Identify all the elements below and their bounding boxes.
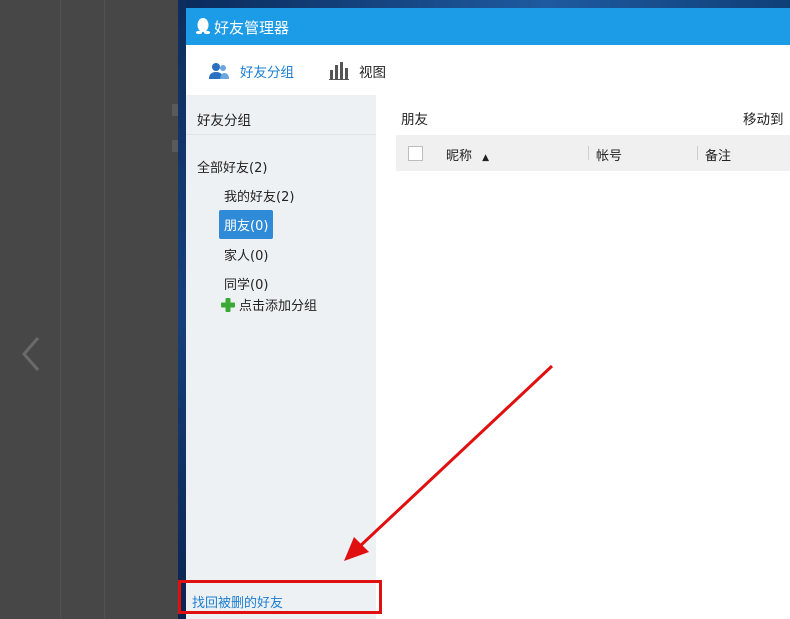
sidebar-divider [186, 134, 376, 135]
bar-chart-icon [329, 62, 349, 80]
column-account[interactable]: 帐号 [596, 145, 622, 164]
column-nickname-label: 昵称 [446, 149, 473, 164]
column-separator[interactable] [588, 146, 589, 160]
title-bar[interactable]: 好友管理器 [186, 8, 790, 45]
toolbar: 好友分组 视图 [186, 45, 790, 96]
plus-icon [221, 297, 235, 312]
users-icon [209, 63, 229, 79]
group-item-my-friends[interactable]: 我的好友(2) [224, 186, 294, 205]
backdrop-divider [104, 0, 105, 619]
group-sidebar: 好友分组 全部好友(2) 我的好友(2) 朋友(0) 家人(0) 同学(0) 点… [186, 95, 376, 619]
group-item-family[interactable]: 家人(0) [224, 245, 268, 264]
add-group-label: 点击添加分组 [239, 299, 318, 314]
column-remark[interactable]: 备注 [705, 145, 731, 164]
qq-penguin-icon [195, 18, 211, 35]
friend-list-panel: 朋友 移动到 昵称 ▲ 帐号 备注 [376, 95, 790, 619]
desktop-wallpaper [178, 0, 790, 8]
friend-group-tab[interactable]: 好友分组 [208, 60, 294, 82]
window-title: 好友管理器 [214, 19, 290, 37]
group-item-friends[interactable]: 朋友(0) [219, 210, 274, 239]
group-title: 朋友 [401, 112, 428, 128]
friend-manager-window: 好友管理器 好友分组 视图 好友分组 全部好友(2) 我的好友(2) 朋友(0)… [186, 8, 790, 619]
friend-group-tab-label: 好友分组 [240, 65, 294, 81]
group-item-classmates[interactable]: 同学(0) [224, 274, 268, 293]
desktop-wallpaper [178, 0, 186, 619]
move-to-button[interactable]: 移动到 [743, 108, 784, 128]
backdrop-divider [60, 0, 61, 619]
annotation-highlight-box [178, 580, 382, 614]
group-item-all[interactable]: 全部好友(2) [197, 157, 267, 176]
column-nickname[interactable]: 昵称 ▲ [446, 145, 489, 164]
add-group-button[interactable]: 点击添加分组 [220, 295, 317, 314]
select-all-checkbox[interactable] [408, 146, 423, 161]
desktop-backdrop [0, 0, 178, 619]
column-separator[interactable] [697, 146, 698, 160]
view-tab-label: 视图 [359, 65, 386, 81]
table-header: 昵称 ▲ 帐号 备注 [396, 135, 790, 171]
view-tab[interactable]: 视图 [329, 60, 386, 82]
sort-asc-icon: ▲ [482, 153, 490, 163]
chevron-left-icon[interactable] [16, 332, 46, 376]
sidebar-header: 好友分组 [197, 113, 251, 129]
